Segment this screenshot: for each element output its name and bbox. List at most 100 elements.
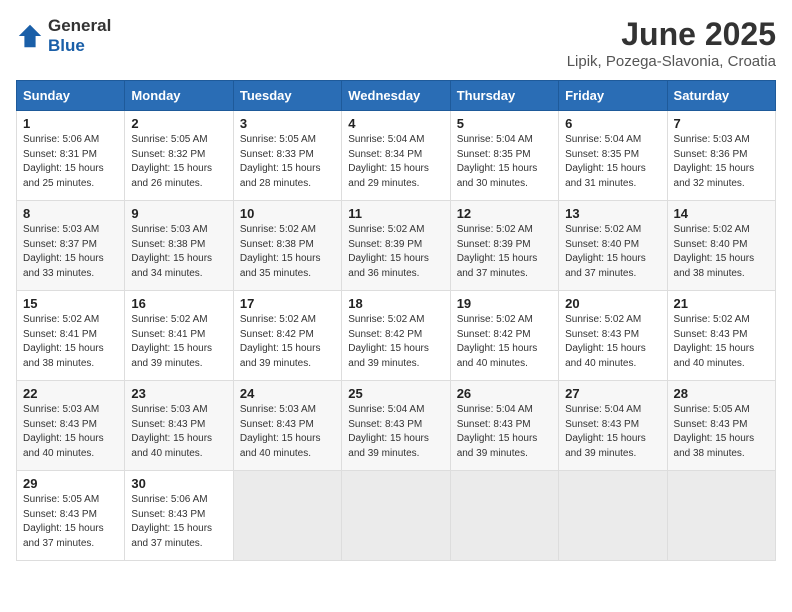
calendar: SundayMondayTuesdayWednesdayThursdayFrid… <box>16 80 776 561</box>
day-info: Sunrise: 5:05 AMSunset: 8:43 PMDaylight:… <box>674 403 769 461</box>
calendar-cell: 2 Sunrise: 5:05 AMSunset: 8:32 PMDaylight… <box>125 111 233 201</box>
calendar-cell <box>342 471 450 561</box>
week-row-1: 8 Sunrise: 5:03 AMSunset: 8:37 PMDaylight… <box>17 201 776 291</box>
day-info: Sunrise: 5:03 AMSunset: 8:43 PMDaylight:… <box>23 403 118 461</box>
calendar-cell: 29 Sunrise: 5:05 AMSunset: 8:43 PMDayligh… <box>17 471 125 561</box>
calendar-cell: 6Sunrise: 5:04 AMSunset: 8:35 PMDaylight… <box>559 111 667 201</box>
day-number: 12 <box>457 206 552 221</box>
week-row-0: 1 Sunrise: 5:06 AMSunset: 8:31 PMDaylight… <box>17 111 776 201</box>
day-info: Sunrise: 5:04 AMSunset: 8:43 PMDaylight:… <box>348 403 443 461</box>
calendar-cell: 12 Sunrise: 5:02 AMSunset: 8:39 PMDayligh… <box>450 201 558 291</box>
main-title: June 2025 <box>567 16 776 53</box>
day-number: 1 <box>23 116 118 131</box>
calendar-cell: 15 Sunrise: 5:02 AMSunset: 8:41 PMDayligh… <box>17 291 125 381</box>
logo: General Blue <box>16 16 111 56</box>
calendar-cell: 10Sunrise: 5:02 AMSunset: 8:38 PMDayligh… <box>233 201 341 291</box>
day-number: 20 <box>565 296 660 311</box>
day-info: Sunrise: 5:03 AMSunset: 8:43 PMDaylight:… <box>131 403 226 461</box>
day-info: Sunrise: 5:03 AMSunset: 8:37 PMDaylight:… <box>23 223 118 281</box>
day-number: 2 <box>131 116 226 131</box>
day-number: 26 <box>457 386 552 401</box>
col-header-saturday: Saturday <box>667 81 775 111</box>
week-row-4: 29 Sunrise: 5:05 AMSunset: 8:43 PMDayligh… <box>17 471 776 561</box>
day-number: 7 <box>674 116 769 131</box>
subtitle: Lipik, Pozega-Slavonia, Croatia <box>567 53 776 70</box>
calendar-cell: 22 Sunrise: 5:03 AMSunset: 8:43 PMDayligh… <box>17 381 125 471</box>
calendar-cell: 19 Sunrise: 5:02 AMSunset: 8:42 PMDayligh… <box>450 291 558 381</box>
calendar-cell: 23 Sunrise: 5:03 AMSunset: 8:43 PMDayligh… <box>125 381 233 471</box>
day-info: Sunrise: 5:02 AMSunset: 8:39 PMDaylight:… <box>457 223 552 281</box>
day-info: Sunrise: 5:04 AMSunset: 8:43 PMDaylight:… <box>457 403 552 461</box>
calendar-cell <box>559 471 667 561</box>
day-info: Sunrise: 5:04 AMSunset: 8:35 PMDaylight:… <box>457 133 552 191</box>
calendar-cell: 20 Sunrise: 5:02 AMSunset: 8:43 PMDayligh… <box>559 291 667 381</box>
day-number: 22 <box>23 386 118 401</box>
calendar-cell: 26 Sunrise: 5:04 AMSunset: 8:43 PMDayligh… <box>450 381 558 471</box>
calendar-cell: 21 Sunrise: 5:02 AMSunset: 8:43 PMDayligh… <box>667 291 775 381</box>
day-info: Sunrise: 5:02 AMSunset: 8:40 PMDaylight:… <box>674 223 769 281</box>
day-info: Sunrise: 5:02 AMSunset: 8:43 PMDaylight:… <box>674 313 769 371</box>
calendar-cell: 11Sunrise: 5:02 AMSunset: 8:39 PMDayligh… <box>342 201 450 291</box>
week-row-3: 22 Sunrise: 5:03 AMSunset: 8:43 PMDayligh… <box>17 381 776 471</box>
day-number: 19 <box>457 296 552 311</box>
logo-blue: Blue <box>48 36 85 55</box>
day-info: Sunrise: 5:02 AMSunset: 8:41 PMDaylight:… <box>23 313 118 371</box>
day-number: 17 <box>240 296 335 311</box>
day-info: Sunrise: 5:02 AMSunset: 8:41 PMDaylight:… <box>131 313 226 371</box>
day-info: Sunrise: 5:03 AMSunset: 8:43 PMDaylight:… <box>240 403 335 461</box>
calendar-cell: 27 Sunrise: 5:04 AMSunset: 8:43 PMDayligh… <box>559 381 667 471</box>
day-info: Sunrise: 5:02 AMSunset: 8:43 PMDaylight:… <box>565 313 660 371</box>
calendar-cell: 18 Sunrise: 5:02 AMSunset: 8:42 PMDayligh… <box>342 291 450 381</box>
day-number: 18 <box>348 296 443 311</box>
day-number: 8 <box>23 206 118 221</box>
day-info: Sunrise: 5:05 AMSunset: 8:32 PMDaylight:… <box>131 133 226 191</box>
calendar-cell: 28Sunrise: 5:05 AMSunset: 8:43 PMDayligh… <box>667 381 775 471</box>
day-number: 5 <box>457 116 552 131</box>
calendar-cell <box>450 471 558 561</box>
calendar-cell: 1 Sunrise: 5:06 AMSunset: 8:31 PMDaylight… <box>17 111 125 201</box>
calendar-cell: 24 Sunrise: 5:03 AMSunset: 8:43 PMDayligh… <box>233 381 341 471</box>
calendar-cell: 17 Sunrise: 5:02 AMSunset: 8:42 PMDayligh… <box>233 291 341 381</box>
calendar-cell <box>233 471 341 561</box>
header: General Blue June 2025 Lipik, Pozega-Sla… <box>16 16 776 70</box>
day-info: Sunrise: 5:04 AMSunset: 8:43 PMDaylight:… <box>565 403 660 461</box>
col-header-tuesday: Tuesday <box>233 81 341 111</box>
calendar-cell: 9 Sunrise: 5:03 AMSunset: 8:38 PMDaylight… <box>125 201 233 291</box>
day-info: Sunrise: 5:06 AMSunset: 8:31 PMDaylight:… <box>23 133 118 191</box>
logo-text: General Blue <box>48 16 111 56</box>
day-info: Sunrise: 5:02 AMSunset: 8:38 PMDaylight:… <box>240 223 335 281</box>
day-info: Sunrise: 5:02 AMSunset: 8:42 PMDaylight:… <box>348 313 443 371</box>
col-header-monday: Monday <box>125 81 233 111</box>
day-number: 25 <box>348 386 443 401</box>
day-number: 16 <box>131 296 226 311</box>
col-header-sunday: Sunday <box>17 81 125 111</box>
calendar-cell: 14Sunrise: 5:02 AMSunset: 8:40 PMDayligh… <box>667 201 775 291</box>
day-info: Sunrise: 5:02 AMSunset: 8:42 PMDaylight:… <box>240 313 335 371</box>
day-number: 4 <box>348 116 443 131</box>
calendar-header-row: SundayMondayTuesdayWednesdayThursdayFrid… <box>17 81 776 111</box>
day-info: Sunrise: 5:03 AMSunset: 8:38 PMDaylight:… <box>131 223 226 281</box>
calendar-cell: 5 Sunrise: 5:04 AMSunset: 8:35 PMDaylight… <box>450 111 558 201</box>
day-number: 27 <box>565 386 660 401</box>
col-header-wednesday: Wednesday <box>342 81 450 111</box>
day-info: Sunrise: 5:02 AMSunset: 8:40 PMDaylight:… <box>565 223 660 281</box>
day-number: 3 <box>240 116 335 131</box>
calendar-cell: 25 Sunrise: 5:04 AMSunset: 8:43 PMDayligh… <box>342 381 450 471</box>
day-number: 9 <box>131 206 226 221</box>
day-number: 30 <box>131 476 226 491</box>
calendar-cell: 13Sunrise: 5:02 AMSunset: 8:40 PMDayligh… <box>559 201 667 291</box>
calendar-cell: 3 Sunrise: 5:05 AMSunset: 8:33 PMDaylight… <box>233 111 341 201</box>
day-info: Sunrise: 5:05 AMSunset: 8:43 PMDaylight:… <box>23 493 118 551</box>
day-info: Sunrise: 5:03 AMSunset: 8:36 PMDaylight:… <box>674 133 769 191</box>
logo-general: General <box>48 16 111 35</box>
day-number: 21 <box>674 296 769 311</box>
day-info: Sunrise: 5:02 AMSunset: 8:42 PMDaylight:… <box>457 313 552 371</box>
calendar-cell: 7 Sunrise: 5:03 AMSunset: 8:36 PMDaylight… <box>667 111 775 201</box>
day-number: 24 <box>240 386 335 401</box>
title-area: June 2025 Lipik, Pozega-Slavonia, Croati… <box>567 16 776 70</box>
day-info: Sunrise: 5:02 AMSunset: 8:39 PMDaylight:… <box>348 223 443 281</box>
day-number: 29 <box>23 476 118 491</box>
day-info: Sunrise: 5:05 AMSunset: 8:33 PMDaylight:… <box>240 133 335 191</box>
day-number: 15 <box>23 296 118 311</box>
day-number: 23 <box>131 386 226 401</box>
